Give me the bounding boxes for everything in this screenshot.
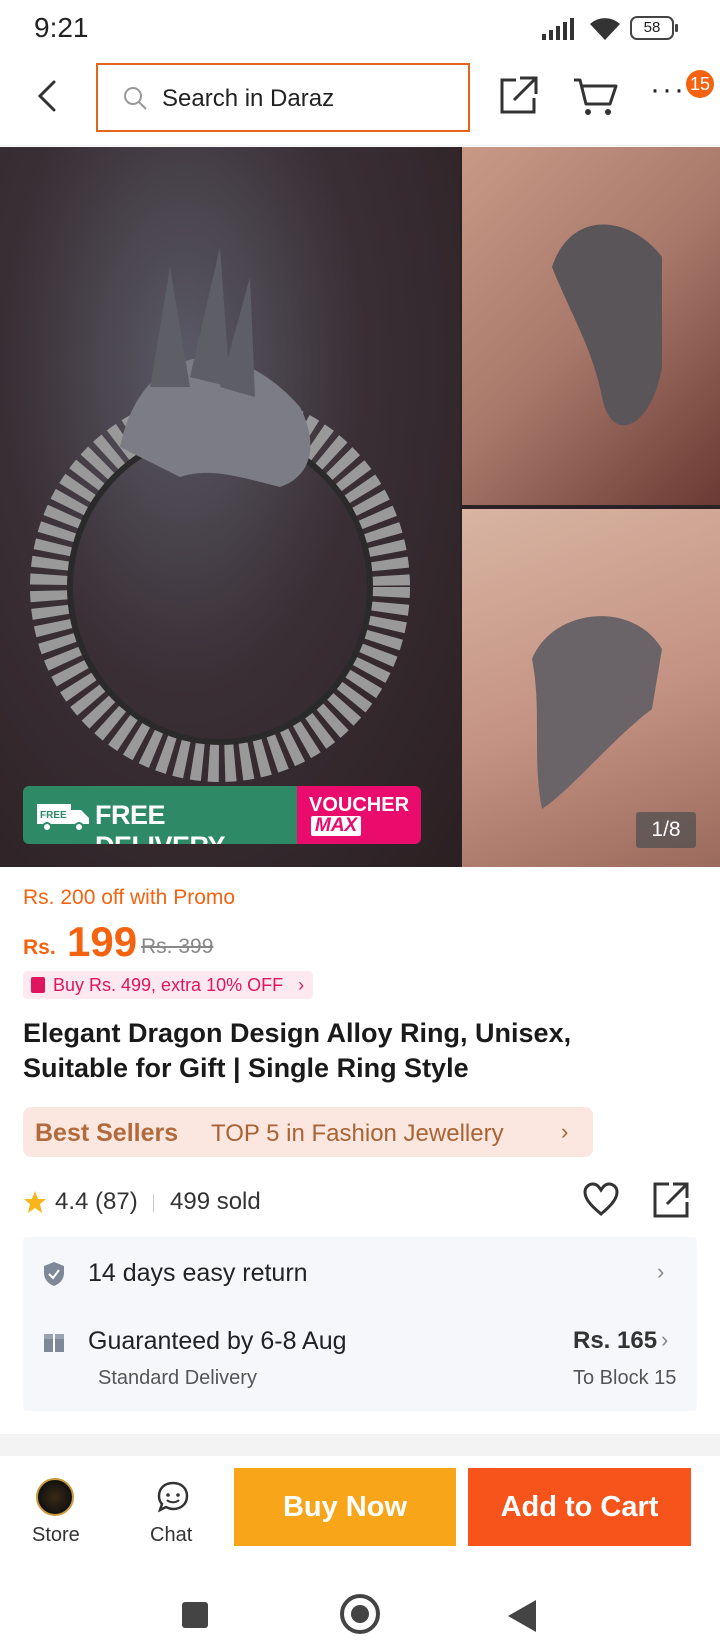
battery-icon: 58 <box>630 16 678 40</box>
truck-label: FREE <box>40 810 67 821</box>
divider <box>153 1194 154 1212</box>
best-sellers-banner[interactable]: Best Sellers TOP 5 in Fashion Jewellery … <box>23 1107 593 1157</box>
chevron-right-icon: › <box>561 1119 569 1144</box>
rating-row: 4.4 (87) 499 sold <box>23 1182 697 1222</box>
dragon-ring-image <box>30 247 410 782</box>
store-label: Store <box>32 1524 80 1546</box>
back-arrow-icon[interactable] <box>26 74 70 118</box>
price-currency: Rs. <box>23 936 56 959</box>
product-main-image[interactable] <box>0 147 460 867</box>
voucher-max-badge: VOUCHER MAX <box>297 786 421 844</box>
ring-on-finger-image <box>552 224 662 426</box>
cart-icon[interactable] <box>572 76 618 118</box>
voucher-label: VOUCHER <box>309 794 410 816</box>
delivery-type: Standard Delivery <box>98 1367 257 1389</box>
delivery-truck-icon: FREE <box>37 804 89 832</box>
chevron-right-icon: › <box>661 1327 669 1352</box>
bottom-action-bar: Store Chat Buy Now Add to Cart <box>0 1456 720 1566</box>
delivery-box-icon <box>44 1334 64 1352</box>
product-thumbnail-1[interactable] <box>462 147 720 505</box>
easy-return-row[interactable]: 14 days easy return › <box>23 1237 697 1309</box>
search-input[interactable]: Search in Daraz <box>96 63 470 132</box>
search-placeholder: Search in Daraz <box>162 85 335 112</box>
notification-badge: 15 <box>686 70 715 98</box>
sold-count: 499 sold <box>170 1188 261 1215</box>
original-price: Rs. 399 <box>141 935 214 958</box>
deal-badge[interactable]: Buy Rs. 499, extra 10% OFF › <box>23 971 314 999</box>
best-sellers-label: Best Sellers <box>35 1119 179 1147</box>
star-icon <box>24 1191 46 1213</box>
chat-button[interactable]: Chat <box>140 1478 212 1550</box>
back-triangle-icon[interactable] <box>508 1600 536 1632</box>
chat-label: Chat <box>150 1524 193 1546</box>
status-time: 9:21 <box>34 12 89 43</box>
service-info-box: 14 days easy return › Guaranteed by 6-8 … <box>23 1237 697 1411</box>
product-title: Elegant Dragon Design Alloy Ring, Unisex… <box>23 1018 572 1083</box>
voucher-max-label: MAX <box>311 816 362 836</box>
status-bar: 9:21 58 <box>0 0 720 56</box>
delivery-date: Guaranteed by 6-8 Aug <box>88 1327 347 1355</box>
product-gallery[interactable]: FREE FREE DELIVERY VOUCHER MAX 1/8 <box>0 147 720 867</box>
share-icon[interactable] <box>496 74 540 118</box>
heart-icon[interactable] <box>581 1180 621 1220</box>
chat-icon <box>157 1481 189 1513</box>
section-divider <box>0 1434 720 1456</box>
home-icon[interactable] <box>340 1594 380 1634</box>
rating-score[interactable]: 4.4 (87) <box>55 1188 138 1216</box>
delivery-row[interactable]: Guaranteed by 6-8 Aug Standard Delivery … <box>23 1325 697 1405</box>
image-counter: 1/8 <box>636 812 696 848</box>
android-nav-bar <box>0 1566 720 1650</box>
signal-icon <box>542 18 574 40</box>
price-value: 199 <box>67 918 138 965</box>
search-icon <box>124 87 147 110</box>
store-button[interactable]: Store <box>20 1478 92 1550</box>
wifi-icon <box>590 18 620 40</box>
free-delivery-label: FREE DELIVERY <box>95 800 226 844</box>
top-header: Search in Daraz ··· 15 <box>0 56 720 146</box>
best-sellers-rank: TOP 5 in Fashion Jewellery <box>211 1120 504 1147</box>
chevron-right-icon: › <box>657 1259 665 1284</box>
delivery-price: Rs. 165 <box>573 1327 658 1354</box>
shield-icon <box>44 1262 64 1286</box>
share-icon[interactable] <box>651 1180 691 1220</box>
promo-text: Rs. 200 off with Promo <box>23 886 236 909</box>
delivery-location: To Block 15 <box>573 1367 677 1389</box>
buy-now-button[interactable]: Buy Now <box>234 1468 456 1546</box>
recent-apps-icon[interactable] <box>182 1602 208 1628</box>
free-delivery-banner: FREE FREE DELIVERY VOUCHER MAX <box>23 786 421 844</box>
deal-text: Buy Rs. 499, extra 10% OFF <box>53 975 284 995</box>
more-icon[interactable]: ··· <box>650 75 690 108</box>
store-logo <box>36 1478 74 1516</box>
chevron-right-icon: › <box>298 975 305 995</box>
add-to-cart-button[interactable]: Add to Cart <box>468 1468 691 1546</box>
voucher-icon <box>31 977 45 993</box>
easy-return-text: 14 days easy return <box>88 1259 308 1287</box>
free-delivery-section: FREE FREE DELIVERY <box>23 786 297 844</box>
